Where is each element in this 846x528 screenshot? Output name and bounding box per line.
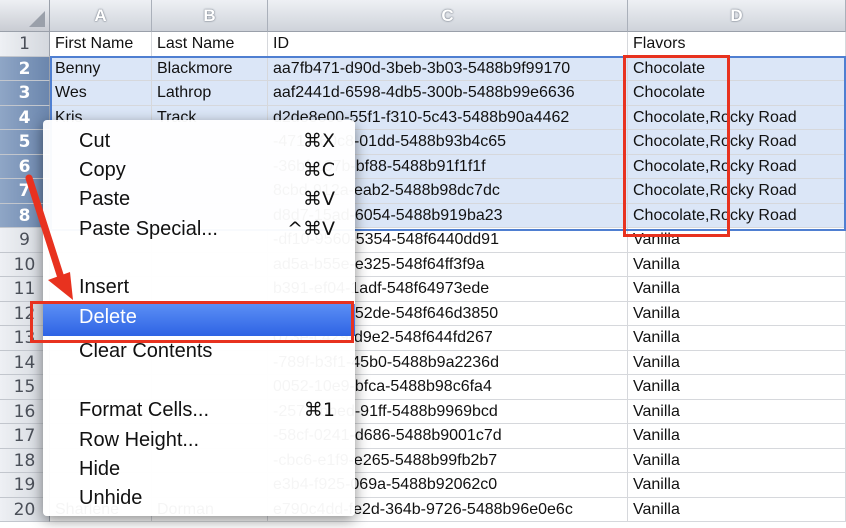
menu-item-label: Hide [79, 458, 121, 480]
cell-flavors[interactable]: Vanilla [628, 326, 846, 351]
cell-flavors[interactable]: Flavors [628, 32, 846, 57]
column-header-d[interactable]: D [628, 0, 846, 32]
cell-flavors[interactable]: Vanilla [628, 277, 846, 302]
row-header-3[interactable]: 3 [0, 81, 50, 106]
cell-flavors[interactable]: Vanilla [628, 252, 846, 277]
cell-flavors[interactable]: Chocolate,Rocky Road [628, 105, 846, 130]
menu-item-copy[interactable]: Copy ⌘C [43, 157, 355, 187]
cell-flavors[interactable]: Vanilla [628, 497, 846, 522]
menu-item-hide[interactable]: Hide [43, 456, 355, 486]
menu-item-clear-contents[interactable]: Clear Contents [43, 338, 355, 368]
menu-item-cut[interactable]: Cut ⌘X [43, 128, 355, 158]
row-header-1[interactable]: 1 [0, 32, 50, 57]
menu-item-shortcut: ⌘X [302, 130, 335, 152]
menu-item-shortcut: ^⌘V [287, 218, 335, 240]
cell-flavors[interactable]: Vanilla [628, 375, 846, 400]
column-header-b[interactable]: B [152, 0, 268, 32]
column-header-a[interactable]: A [50, 0, 152, 32]
cell-flavors[interactable]: Chocolate,Rocky Road [628, 179, 846, 204]
menu-item-row-height[interactable]: Row Height... [43, 427, 355, 457]
menu-item-shortcut: ⌘C [302, 159, 335, 181]
cell-first[interactable]: First Name [50, 32, 152, 57]
menu-item-label: Paste [79, 188, 131, 210]
cell-flavors[interactable]: Vanilla [628, 424, 846, 449]
menu-item-shortcut: ⌘V [303, 188, 335, 210]
cell-flavors[interactable]: Vanilla [628, 399, 846, 424]
select-all-triangle-icon [29, 11, 45, 27]
cell-flavors[interactable]: Chocolate,Rocky Road [628, 154, 846, 179]
cell-last[interactable]: Last Name [152, 32, 268, 57]
menu-item-label: Unhide [79, 487, 143, 509]
menu-item-label: Cut [79, 130, 111, 152]
menu-item-format-cells[interactable]: Format Cells... ⌘1 [43, 397, 355, 427]
column-header-c[interactable]: C [268, 0, 628, 32]
cell-flavors[interactable]: Vanilla [628, 350, 846, 375]
cell-id[interactable]: ID [268, 32, 628, 57]
menu-item-label: Paste Special... [79, 218, 218, 240]
menu-item-paste-special[interactable]: Paste Special... ^⌘V [43, 216, 355, 246]
cell-id[interactable]: aaf2441d-6598-4db5-300b-5488b99e6636 [268, 81, 628, 106]
menu-item-label: Copy [79, 159, 126, 181]
menu-item-label: Delete [79, 306, 137, 328]
context-menu: Cut ⌘X Copy ⌘C Paste ⌘V Paste Special... ^⌘V… [43, 120, 355, 516]
cell-last[interactable]: Lathrop [152, 81, 268, 106]
menu-item-unhide[interactable]: Unhide [43, 485, 355, 515]
menu-item-label: Row Height... [79, 429, 200, 451]
menu-item-delete[interactable]: Delete [43, 304, 355, 336]
cell-first[interactable]: Benny [50, 56, 152, 81]
cell-flavors[interactable]: Vanilla [628, 448, 846, 473]
menu-item-insert[interactable]: Insert [43, 274, 355, 304]
cell-flavors[interactable]: Vanilla [628, 228, 846, 253]
menu-item-label: Format Cells... [79, 399, 210, 421]
menu-item-label: Clear Contents [79, 340, 213, 362]
cell-flavors[interactable]: Chocolate [628, 56, 846, 81]
cell-flavors[interactable]: Vanilla [628, 301, 846, 326]
cell-id[interactable]: aa7fb471-d90d-3beb-3b03-5488b9f99170 [268, 56, 628, 81]
menu-item-label: Insert [79, 276, 130, 298]
cell-flavors[interactable]: Chocolate [628, 81, 846, 106]
cell-flavors[interactable]: Chocolate,Rocky Road [628, 203, 846, 228]
menu-item-shortcut: ⌘1 [303, 399, 335, 421]
select-all-corner[interactable] [0, 0, 50, 32]
cell-flavors[interactable]: Chocolate,Rocky Road [628, 130, 846, 155]
cell-last[interactable]: Blackmore [152, 56, 268, 81]
menu-item-paste[interactable]: Paste ⌘V [43, 186, 355, 216]
cell-first[interactable]: Wes [50, 81, 152, 106]
row-header-2[interactable]: 2 [0, 56, 50, 81]
cell-flavors[interactable]: Vanilla [628, 473, 846, 498]
